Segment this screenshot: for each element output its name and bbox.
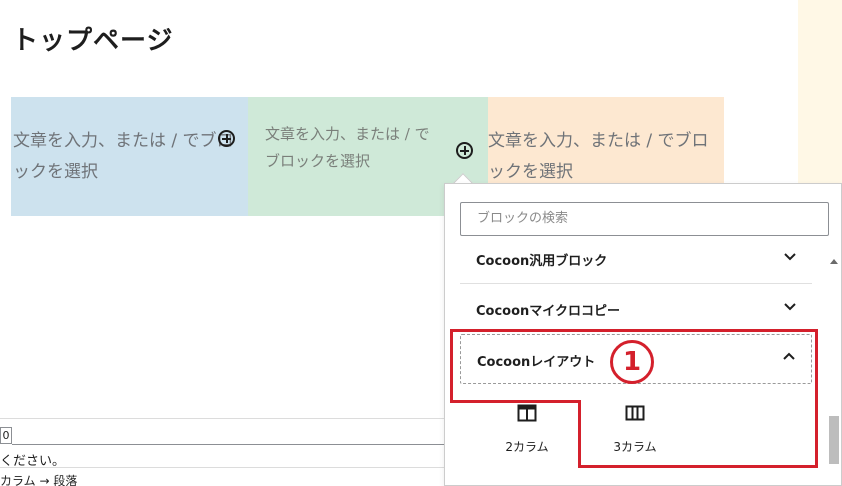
- divider: [0, 467, 446, 468]
- annotation-highlight: [578, 400, 818, 468]
- add-block-plus-icon[interactable]: [218, 130, 235, 147]
- add-block-plus-icon[interactable]: [456, 142, 473, 159]
- chevron-down-icon: [784, 253, 796, 261]
- column-3-placeholder[interactable]: 文章を入力、または / でブロックを選択: [488, 126, 724, 188]
- block-search-input[interactable]: ブロックの検索: [460, 202, 829, 236]
- column-2-placeholder[interactable]: 文章を入力、または / でブロックを選択: [265, 121, 430, 175]
- block-label: 2カラム: [505, 440, 549, 454]
- category-cocoon-microcopy[interactable]: Cocoonマイクロコピー: [460, 284, 812, 334]
- category-label: Cocoon汎用ブロック: [476, 254, 608, 269]
- number-input[interactable]: 0: [0, 427, 12, 444]
- annotation-highlight-edge: [450, 400, 581, 403]
- category-cocoon-general[interactable]: Cocoon汎用ブロック: [460, 234, 812, 284]
- column-1-placeholder[interactable]: 文章を入力、または / でブロックを選択: [13, 126, 245, 188]
- chevron-down-icon: [784, 303, 796, 311]
- annotation-number-badge: 1: [610, 340, 654, 384]
- column-block-1[interactable]: 文章を入力、または / でブロックを選択: [11, 97, 248, 216]
- scroll-thumb[interactable]: [829, 416, 839, 464]
- scroll-up-arrow-icon[interactable]: [830, 259, 838, 264]
- scrollbar[interactable]: [828, 259, 839, 484]
- block-breadcrumb[interactable]: カラム → 段落: [0, 472, 77, 486]
- category-label: Cocoonマイクロコピー: [476, 304, 621, 319]
- input-underline: [12, 444, 446, 445]
- page-title[interactable]: トップページ: [12, 20, 173, 57]
- block-2-column[interactable]: 2カラム: [487, 404, 567, 455]
- two-column-icon: [517, 404, 537, 422]
